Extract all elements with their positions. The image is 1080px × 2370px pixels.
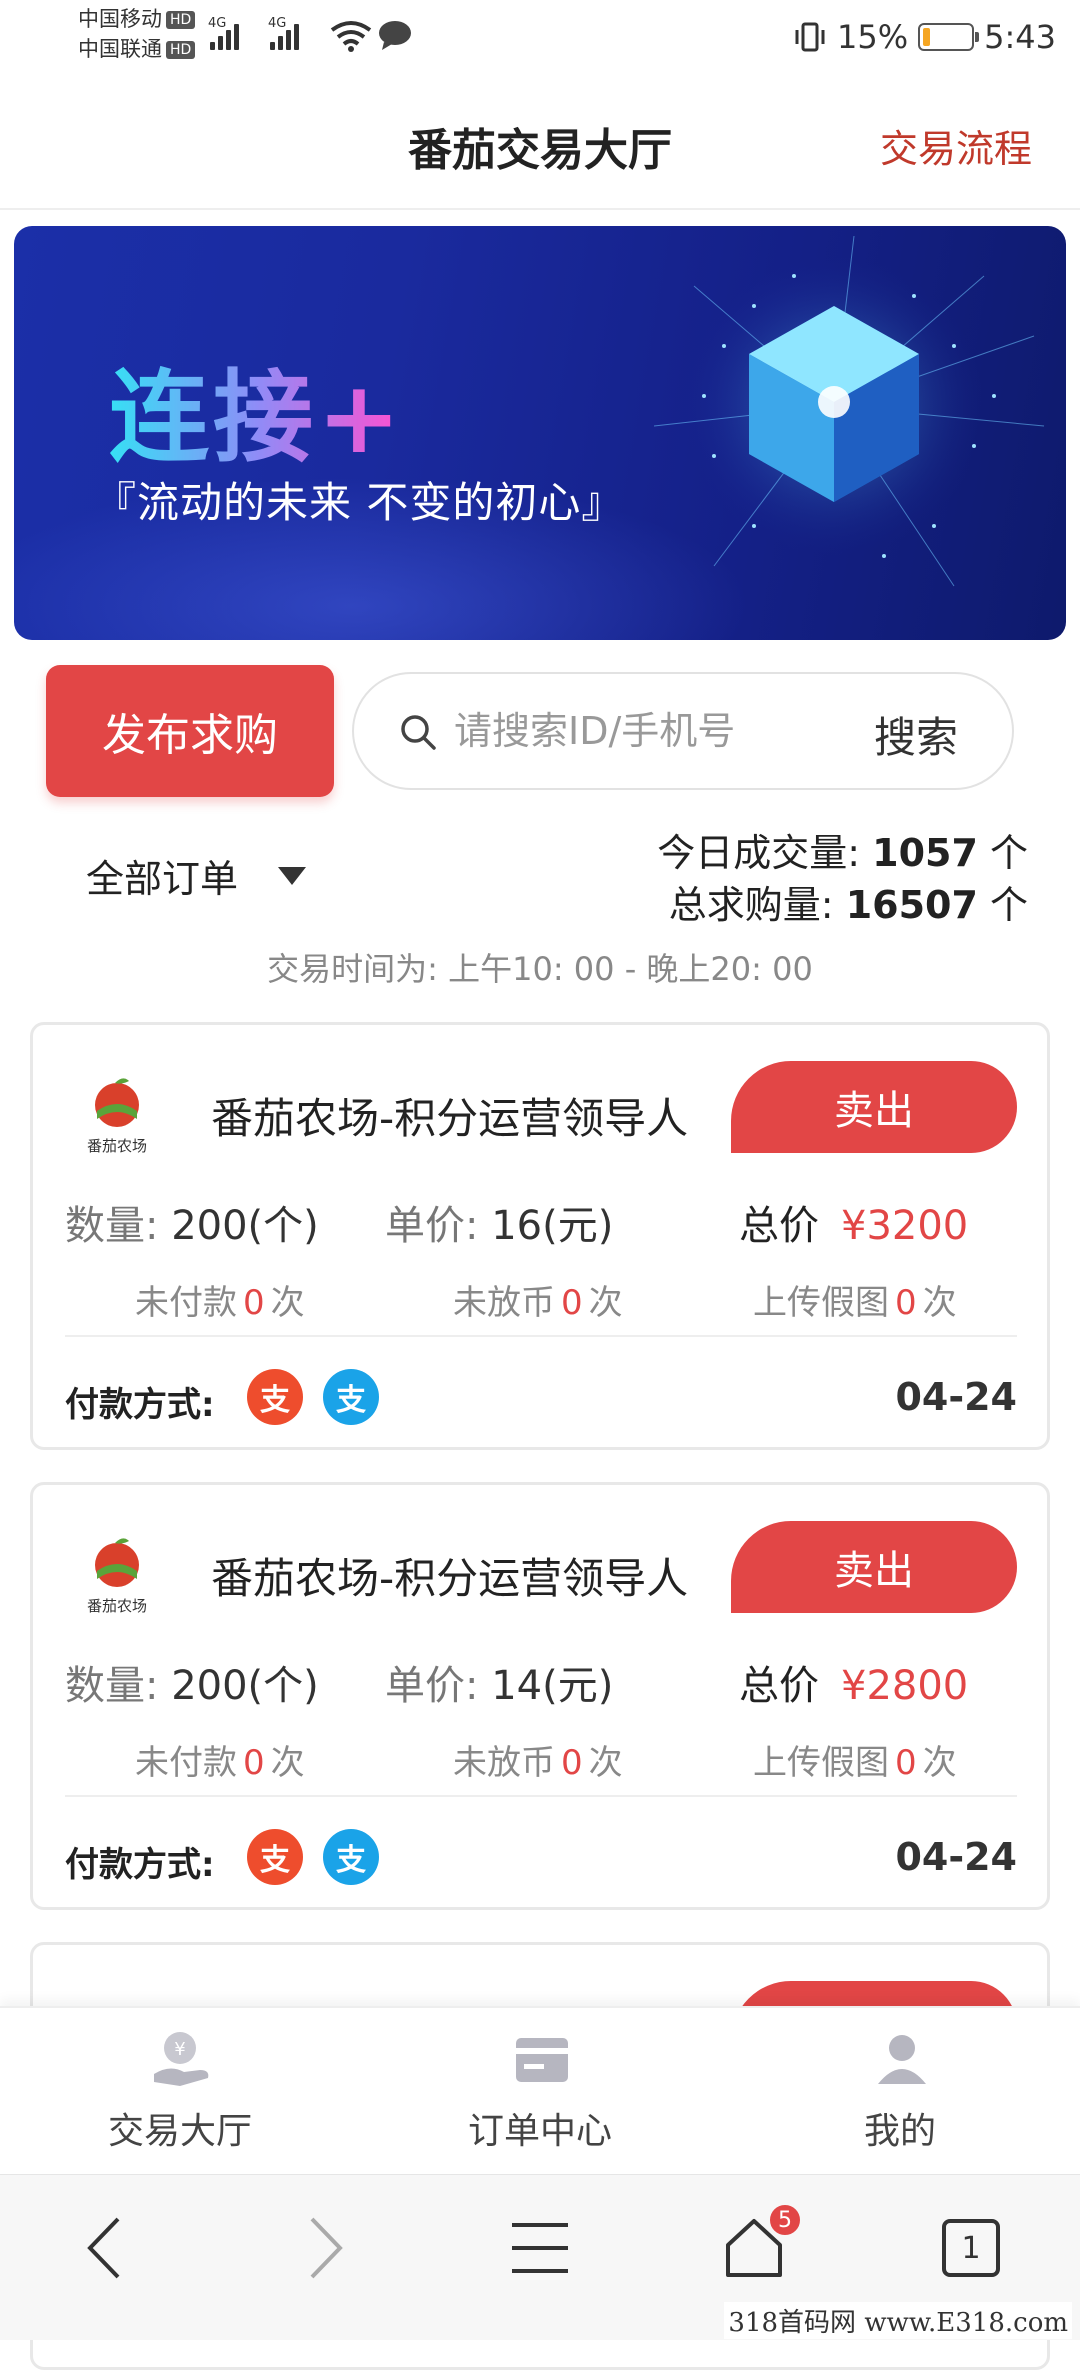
total-price: 总价 ¥2800	[739, 1663, 969, 1709]
signal-icon-1: 4G	[208, 16, 239, 50]
page-header: 番茄交易大厅 交易流程	[0, 80, 1080, 210]
total-price: 总价 ¥3200	[739, 1203, 969, 1249]
vibrate-icon	[795, 22, 825, 52]
search-box: 搜索	[352, 672, 1014, 790]
banner-cube-graphic	[654, 235, 1045, 587]
alipay-icon: 支	[323, 1369, 379, 1425]
order-filter-dropdown[interactable]: 全部订单	[86, 848, 307, 903]
tab-trading-hall[interactable]: ¥ 交易大厅	[0, 2008, 360, 2176]
wifi-icon	[330, 21, 372, 52]
svg-text:¥: ¥	[174, 2039, 185, 2060]
trade-process-link[interactable]: 交易流程	[880, 118, 1032, 173]
bottom-tab-bar: ¥ 交易大厅 订单中心 我的	[0, 2006, 1080, 2174]
status-right: 15% 5:43	[793, 18, 1056, 56]
unpaid-count: 未付款 0 次	[135, 1743, 305, 1783]
status-bar: 中国移动 HD 中国联通 HD 4G 4G 15% 5:43	[0, 0, 1080, 80]
banner-headline: 连接+	[109, 336, 405, 481]
battery-icon	[918, 23, 980, 51]
forward-icon[interactable]	[306, 2213, 346, 2283]
sell-button[interactable]: 卖出	[731, 1061, 1017, 1153]
menu-icon[interactable]	[512, 2213, 568, 2283]
user-icon	[878, 2035, 926, 2084]
wechat-pay-icon: 支	[247, 1829, 303, 1885]
quantity: 数量: 200(个)	[65, 1663, 319, 1709]
order-card[interactable]: 番茄农场 番茄农场-积分运营领导人 卖出 数量: 200(个) 单价: 16(元…	[30, 1022, 1050, 1450]
hall-icon: ¥	[154, 2032, 209, 2086]
unreleased-count: 未放币 0 次	[453, 1283, 623, 1323]
watermark: 318首码网 www.E318.com	[724, 2302, 1072, 2339]
tab-order-center[interactable]: 订单中心	[360, 2008, 720, 2176]
back-icon[interactable]	[84, 2213, 124, 2283]
search-icon	[401, 715, 436, 750]
wechat-pay-icon: 支	[247, 1369, 303, 1425]
promo-banner[interactable]: 连接+ 『流动的未来 不变的初心』	[14, 226, 1066, 640]
sell-button[interactable]: 卖出	[731, 1521, 1017, 1613]
card-divider	[65, 1795, 1017, 1797]
publish-request-button[interactable]: 发布求购	[46, 665, 334, 797]
order-date: 04-24	[895, 1835, 1017, 1879]
quantity: 数量: 200(个)	[65, 1203, 319, 1249]
clock: 5:43	[984, 18, 1056, 56]
signal-icon-2: 4G	[268, 16, 299, 50]
total-requests: 总求购量: 16507 个	[668, 883, 1028, 927]
home-button[interactable]: 5	[722, 2203, 802, 2281]
card-divider	[65, 1335, 1017, 1337]
payment-method-label: 付款方式:	[65, 1385, 215, 1425]
total-requests-value: 16507	[845, 883, 978, 927]
carrier-1: 中国移动 HD	[78, 6, 196, 32]
today-volume: 今日成交量: 1057 个	[657, 831, 1028, 875]
order-title: 番茄农场-积分运营领导人	[211, 1094, 689, 1143]
unit-price: 单价: 14(元)	[385, 1663, 614, 1709]
dropdown-arrow-icon	[278, 866, 307, 885]
tab-count: 1	[961, 2230, 981, 2266]
unreleased-count: 未放币 0 次	[453, 1743, 623, 1783]
payment-method-label: 付款方式:	[65, 1845, 215, 1885]
trading-hours: 交易时间为: 上午10: 00 - 晚上20: 00	[267, 950, 813, 988]
order-card[interactable]: 番茄农场 番茄农场-积分运营领导人 卖出 数量: 200(个) 单价: 14(元…	[30, 1482, 1050, 1910]
home-badge: 5	[768, 2203, 802, 2237]
banner-tagline: 『流动的未来 不变的初心』	[94, 478, 625, 527]
message-icon	[379, 21, 411, 50]
search-input[interactable]	[454, 696, 814, 766]
tabs-button[interactable]: 1	[942, 2219, 1000, 2277]
fake-image-count: 上传假图 0 次	[753, 1743, 957, 1783]
fake-image-count: 上传假图 0 次	[753, 1283, 957, 1323]
farm-logo-icon: 番茄农场	[87, 1078, 147, 1155]
svg-text:番茄农场: 番茄农场	[87, 1597, 147, 1615]
today-volume-value: 1057	[872, 831, 978, 875]
farm-logo-icon: 番茄农场	[87, 1538, 147, 1615]
battery-percent: 15%	[837, 18, 909, 56]
unit-price: 单价: 16(元)	[385, 1203, 614, 1249]
order-title: 番茄农场-积分运营领导人	[211, 1554, 689, 1603]
tab-mine[interactable]: 我的	[720, 2008, 1080, 2176]
orders-icon	[516, 2038, 568, 2082]
alipay-icon: 支	[323, 1829, 379, 1885]
search-button[interactable]: 搜索	[874, 704, 958, 765]
carrier-2: 中国联通 HD	[78, 36, 196, 62]
order-date: 04-24	[895, 1375, 1017, 1419]
svg-text:番茄农场: 番茄农场	[87, 1137, 147, 1155]
unpaid-count: 未付款 0 次	[135, 1283, 305, 1323]
order-filter-value: 全部订单	[86, 857, 239, 901]
